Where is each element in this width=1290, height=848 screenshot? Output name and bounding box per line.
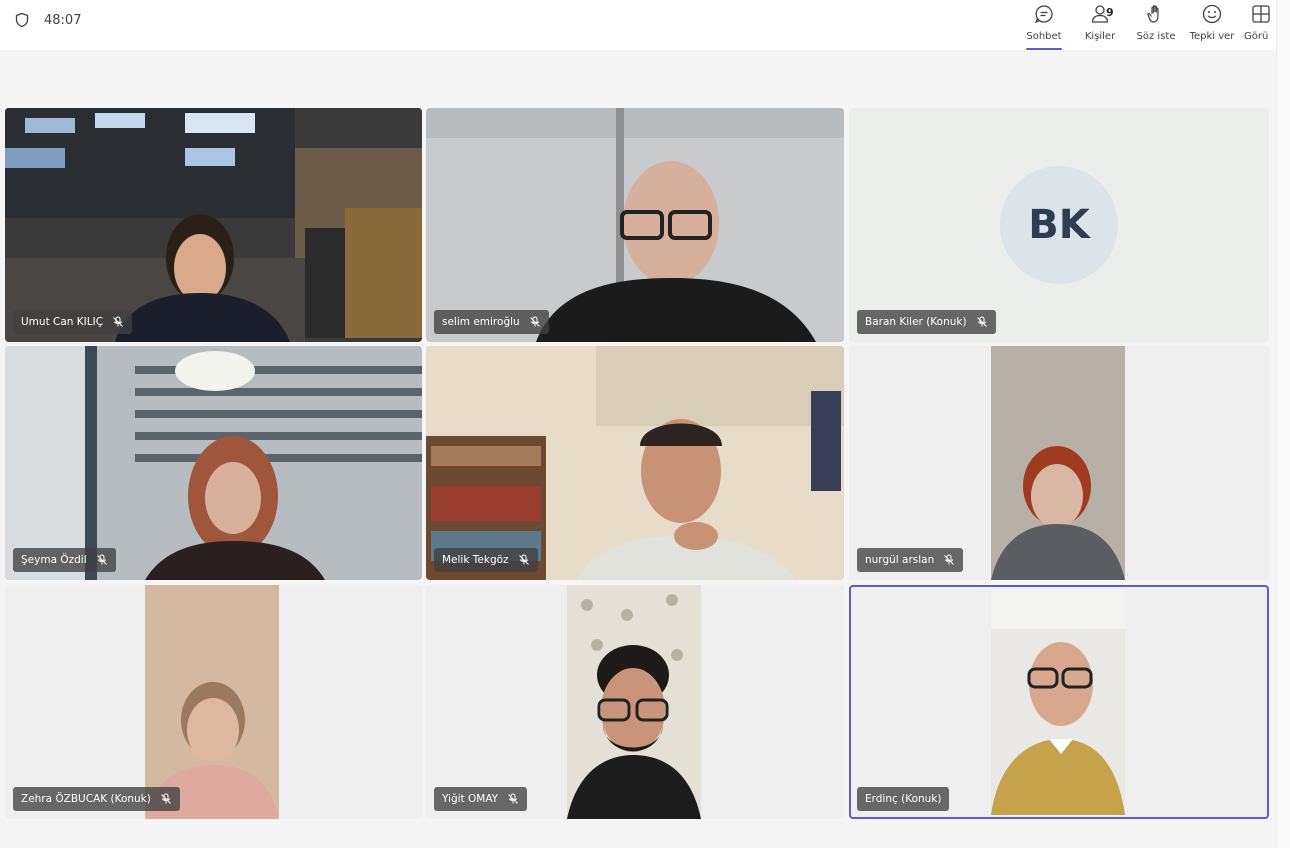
participant-video-nurgul: [991, 346, 1125, 580]
participant-tile[interactable]: BK Baran Kiler (Konuk): [849, 108, 1269, 342]
participant-name: Zehra ÖZBUCAK (Konuk): [21, 793, 151, 805]
participant-tile[interactable]: Melik Tekgöz: [426, 346, 844, 580]
view-button-label: Görü: [1244, 31, 1269, 42]
participant-name: nurgül arslan: [865, 554, 935, 566]
participant-name-tag: Baran Kiler (Konuk): [857, 310, 996, 334]
participant-name: Umut Can KILIÇ: [21, 316, 104, 328]
mic-off-icon: [508, 793, 518, 804]
participant-name: Şeyma Özdil: [21, 554, 87, 566]
participant-tile[interactable]: Umut Can KILIÇ: [5, 108, 422, 342]
shield-icon: [15, 12, 29, 28]
raise-hand-icon: [1147, 5, 1159, 23]
participant-tile[interactable]: Zehra ÖZBUCAK (Konuk): [5, 585, 422, 819]
participant-name: selim emiroğlu: [442, 316, 520, 328]
participant-avatar: BK: [1000, 166, 1118, 284]
timer-text: 48:07: [44, 12, 82, 28]
participant-name-tag: Erdinç (Konuk): [857, 787, 950, 811]
participant-video-erdinc: [991, 589, 1125, 815]
toolbar-actions: Sohbet 9 Kişiler Söz iste Tepki ver Görü: [1016, 0, 1276, 50]
people-count-badge: 9: [1106, 6, 1114, 19]
participant-name-tag: Zehra ÖZBUCAK (Konuk): [13, 787, 180, 811]
mic-off-icon: [518, 554, 529, 565]
people-button-label: Kişiler: [1084, 31, 1116, 42]
participant-video-selim: [426, 108, 844, 342]
participant-video-melik: [426, 346, 844, 580]
react-button[interactable]: Tepki ver: [1184, 0, 1240, 50]
meeting-toolbar: 48:07 Sohbet 9 Kişiler Söz iste Tepki ve…: [0, 0, 1276, 50]
participant-name-tag: Melik Tekgöz: [434, 548, 538, 572]
participant-video-yigit: [567, 585, 701, 819]
mic-off-icon: [944, 554, 955, 565]
participant-tile[interactable]: Yiğit OMAY: [426, 585, 844, 819]
participant-name-tag: Yiğit OMAY: [434, 787, 528, 811]
people-button[interactable]: 9 Kişiler: [1072, 0, 1128, 50]
participant-name: Yiğit OMAY: [442, 793, 499, 805]
participant-name: Melik Tekgöz: [442, 554, 509, 566]
meeting-timer: 48:07: [14, 12, 81, 28]
chat-button[interactable]: Sohbet: [1016, 0, 1072, 50]
react-icon: [1202, 4, 1222, 24]
scrollbar-track[interactable]: [1276, 0, 1290, 848]
raise-hand-button-label: Söz iste: [1136, 31, 1176, 42]
participant-video-seyma: [5, 346, 422, 580]
participant-video-umut: [5, 108, 422, 342]
mic-off-icon: [976, 316, 987, 327]
participant-name-tag: selim emiroğlu: [434, 310, 549, 334]
participant-name-tag: nurgül arslan: [857, 548, 964, 572]
react-button-label: Tepki ver: [1189, 31, 1235, 42]
participant-tile[interactable]: Şeyma Özdil: [5, 346, 422, 580]
mic-off-icon: [113, 316, 123, 327]
mic-off-icon: [161, 793, 171, 804]
participant-video-zehra: [145, 585, 279, 819]
chat-button-label: Sohbet: [1026, 31, 1062, 42]
participant-name: Erdinç (Konuk): [865, 793, 942, 805]
raise-hand-button[interactable]: Söz iste: [1128, 0, 1184, 50]
participant-name-tag: Umut Can KILIÇ: [13, 310, 133, 334]
participant-name-tag: Şeyma Özdil: [13, 548, 116, 572]
participant-tile-active-speaker[interactable]: Erdinç (Konuk): [849, 585, 1269, 819]
chat-icon: [1034, 5, 1053, 24]
participant-tile[interactable]: nurgül arslan: [849, 346, 1269, 580]
view-button[interactable]: Görü: [1240, 0, 1276, 50]
mic-off-icon: [96, 554, 107, 565]
view-icon: [1252, 5, 1270, 23]
mic-off-icon: [529, 316, 540, 327]
participant-name: Baran Kiler (Konuk): [865, 316, 967, 328]
participant-tile[interactable]: selim emiroğlu: [426, 108, 844, 342]
